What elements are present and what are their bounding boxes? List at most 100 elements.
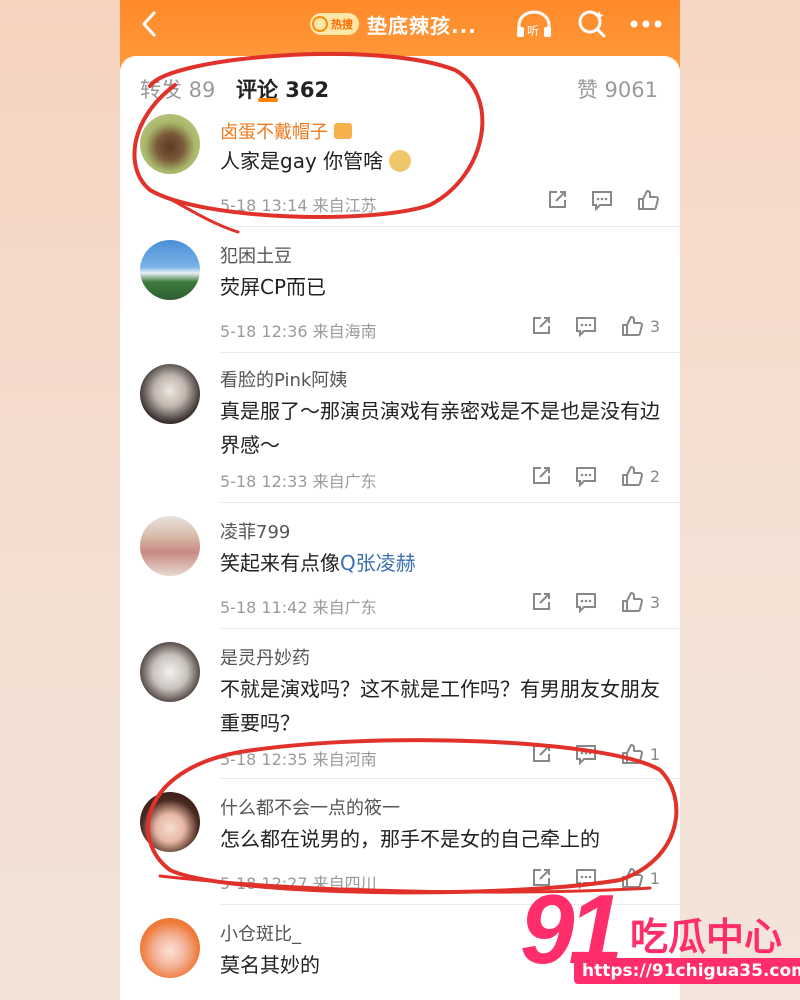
- repost-button[interactable]: [530, 591, 552, 613]
- username[interactable]: 什么都不会一点的筱一: [220, 794, 400, 820]
- comment-actions: 3: [530, 314, 660, 338]
- like-button[interactable]: 1: [620, 742, 660, 766]
- share-icon: [532, 317, 550, 334]
- comment-meta: 5-18 13:14 来自江苏: [220, 196, 377, 215]
- share-icon: [532, 593, 550, 610]
- repost-button[interactable]: [530, 465, 552, 487]
- watermark-url: https://91chigua35.com: [574, 958, 800, 984]
- reply-button[interactable]: [574, 743, 598, 765]
- thumbs-up-icon: [621, 316, 643, 336]
- thumbs-up-icon: [621, 466, 643, 486]
- comment-item: 犯困土豆 荧屏CP而已 5-18 12:36 来自海南 3: [120, 226, 680, 352]
- avatar[interactable]: [140, 516, 200, 576]
- comment-text: 真是服了～那演员演戏有亲密戏是不是也是没有边界感～: [220, 399, 660, 457]
- comment-text: 怎么都在说男的，那手不是女的自己牵上的: [220, 827, 600, 851]
- repost-button[interactable]: [530, 743, 552, 765]
- username[interactable]: 小仓斑比_: [220, 920, 301, 946]
- comment-meta: 5-18 12:36 来自海南: [220, 322, 377, 341]
- username[interactable]: 凌菲799: [220, 518, 290, 544]
- comment-item: 卤蛋不戴帽子 人家是gay 你管啥 5-18 13:14 来自江苏: [120, 112, 680, 222]
- avatar[interactable]: [140, 918, 200, 978]
- like-count: 1: [649, 744, 660, 764]
- comment-item: 是灵丹妙药 不就是演戏吗？这不就是工作吗？有男朋友女朋友重要吗？ 5-18 12…: [120, 628, 680, 778]
- search-circle-icon: [312, 16, 328, 32]
- comment-icon: [575, 467, 596, 487]
- comment-actions: 2: [530, 464, 660, 488]
- comment-text: 不就是演戏吗？这不就是工作吗？有男朋友女朋友重要吗？: [220, 677, 660, 735]
- divider: [220, 352, 680, 353]
- tab-comments[interactable]: 评论 362: [236, 74, 329, 104]
- watermark-name: 吃瓜中心: [630, 915, 783, 959]
- comment-icon: [575, 593, 596, 613]
- search-icon[interactable]: [576, 8, 608, 40]
- comments-sheet: 转发 89 评论 362 赞 9061 卤蛋不戴帽子 人家是gay 你管啥 5-…: [120, 56, 680, 1000]
- phone-screen: 热搜 垫底辣孩... 听 转发 89 评论 362 赞 9061 卤蛋不戴帽子 …: [120, 0, 680, 1000]
- background-left: [0, 0, 120, 1000]
- reply-button[interactable]: [574, 315, 598, 337]
- username[interactable]: 卤蛋不戴帽子: [220, 118, 352, 144]
- comment-actions: [546, 188, 660, 212]
- share-icon: [549, 191, 566, 208]
- comment-text: 笑起来有点像Q张凌赫: [220, 551, 416, 575]
- comment-meta: 5-18 12:35 来自河南: [220, 750, 377, 769]
- thumbs-up-icon: [621, 744, 643, 764]
- reply-button[interactable]: [574, 465, 598, 487]
- avatar[interactable]: [140, 240, 200, 300]
- doge-emoji-icon: [389, 150, 412, 172]
- background-right: [680, 0, 800, 1000]
- username[interactable]: 看脸的Pink阿姨: [220, 366, 347, 392]
- like-button[interactable]: [636, 188, 660, 212]
- avatar[interactable]: [140, 642, 200, 702]
- like-count: 2: [649, 466, 660, 486]
- headphones-listen-icon[interactable]: 听: [514, 9, 554, 39]
- share-icon: [532, 745, 550, 762]
- comment-item: 凌菲799 笑起来有点像Q张凌赫 5-18 11:42 来自广东 3: [120, 502, 680, 628]
- hot-search-badge: 热搜: [310, 13, 359, 35]
- thumbs-up-icon: [638, 190, 659, 210]
- comment-meta: 5-18 11:42 来自广东: [220, 598, 377, 617]
- comment-text: 人家是gay 你管啥: [220, 144, 660, 178]
- avatar[interactable]: [140, 792, 200, 852]
- top-actions: 听: [514, 8, 662, 40]
- comment-icon: [575, 745, 596, 765]
- comment-icon: [592, 191, 612, 211]
- reply-button[interactable]: [590, 189, 614, 211]
- comment-actions: 1: [530, 742, 660, 766]
- thumbs-up-icon: [621, 592, 643, 612]
- avatar[interactable]: [140, 364, 200, 424]
- back-arrow-icon[interactable]: [138, 10, 162, 38]
- comment-icon: [575, 317, 596, 337]
- site-watermark: 91 吃瓜中心 https://91chigua35.com: [520, 880, 800, 990]
- like-count: 3: [649, 316, 660, 336]
- active-tab-indicator: [258, 98, 278, 102]
- comment-item: 看脸的Pink阿姨 真是服了～那演员演戏有亲密戏是不是也是没有边界感～ 5-18…: [120, 352, 680, 502]
- repost-button[interactable]: [546, 189, 568, 211]
- tab-repost[interactable]: 转发 89: [140, 74, 215, 104]
- username[interactable]: 是灵丹妙药: [220, 644, 310, 670]
- like-button[interactable]: 2: [620, 464, 660, 488]
- divider: [220, 226, 680, 227]
- member-crown-icon: [334, 123, 352, 139]
- tab-likes[interactable]: 赞 9061: [577, 74, 658, 104]
- like-button[interactable]: 3: [620, 314, 660, 338]
- title-area[interactable]: 热搜 垫底辣孩...: [310, 10, 477, 38]
- share-icon: [532, 467, 550, 484]
- more-options-icon[interactable]: [630, 19, 662, 29]
- hot-badge-label: 热搜: [331, 18, 353, 31]
- tab-bar: 转发 89 评论 362 赞 9061: [120, 56, 680, 116]
- divider: [220, 778, 680, 779]
- svg-text:听: 听: [527, 24, 539, 38]
- reply-button[interactable]: [574, 591, 598, 613]
- divider: [220, 502, 680, 503]
- divider: [220, 628, 680, 629]
- like-count: 3: [649, 592, 660, 612]
- topic-search-link[interactable]: Q张凌赫: [340, 551, 416, 575]
- page-title: 垫底辣孩...: [367, 13, 477, 38]
- repost-button[interactable]: [530, 315, 552, 337]
- like-button[interactable]: 3: [620, 590, 660, 614]
- avatar[interactable]: [140, 114, 200, 174]
- comment-meta: 5-18 12:33 来自广东: [220, 472, 377, 491]
- username[interactable]: 犯困土豆: [220, 242, 292, 268]
- comment-actions: 3: [530, 590, 660, 614]
- comment-meta: 5-18 12:27 来自四川: [220, 874, 377, 893]
